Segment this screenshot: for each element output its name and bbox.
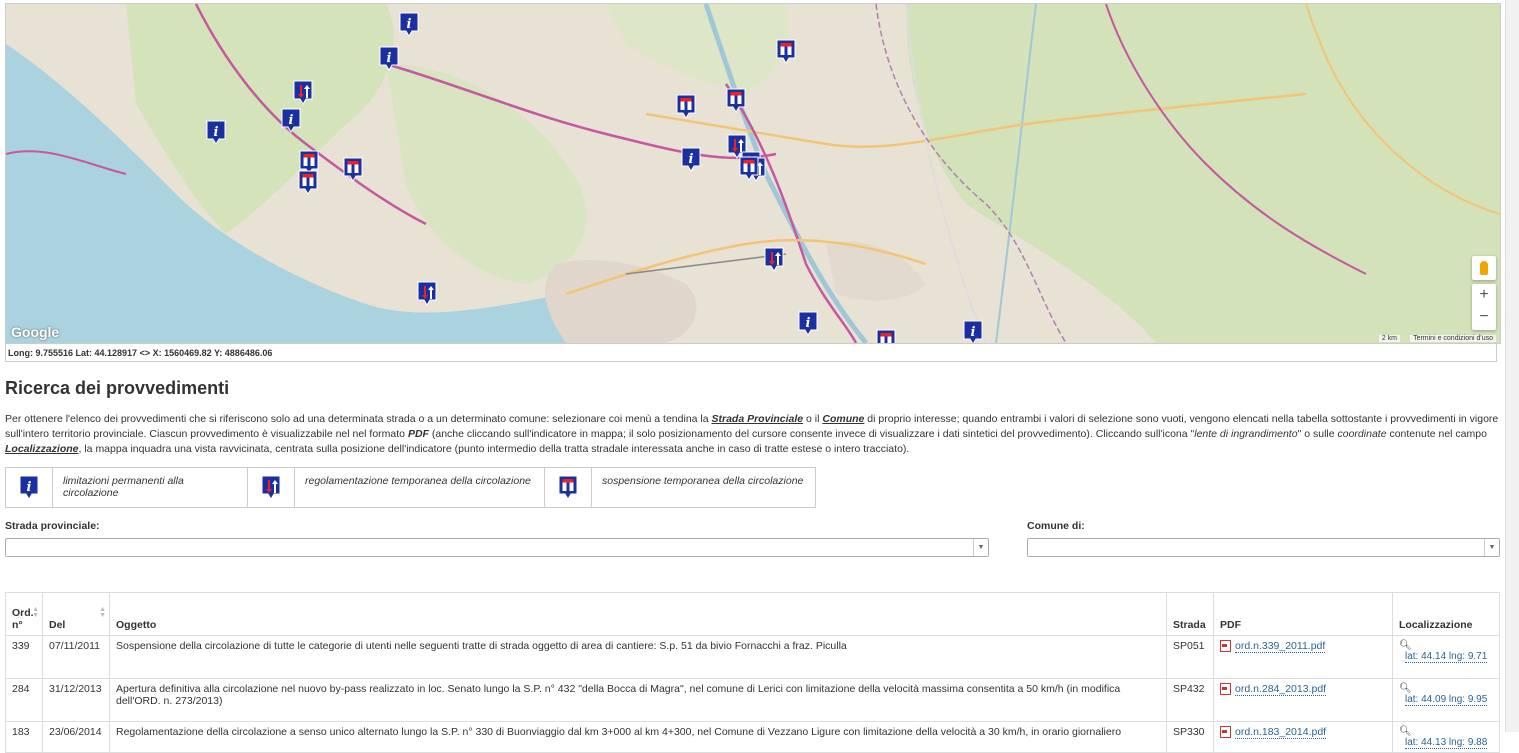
cell-localizzazione: 🔍︎ lat: 44.13 lng: 9.88 [1392, 721, 1500, 753]
zoom-out-button[interactable]: − [1472, 306, 1496, 328]
zoom-control: + − [1472, 284, 1496, 330]
marker-legend: i limitazioni permanenti alla circolazio… [5, 467, 816, 508]
chevron-down-icon: ▼ [1484, 539, 1499, 556]
table-header-row: Ord. n° ▲ ▼ Del ▲ ▼ Oggetto Strada PDF Local… [5, 592, 1500, 636]
table-row: 183 23/06/2014 Regolamentazione della ci… [5, 721, 1500, 753]
col-strada[interactable]: Strada [1166, 592, 1214, 636]
coordinates-readout: Long: 9.755516 Lat: 44.128917 <> X: 1560… [5, 343, 1497, 362]
map-marker-info[interactable]: i [206, 120, 226, 145]
pegman-icon [1480, 261, 1488, 275]
cell-pdf: ord.n.183_2014.pdf [1213, 721, 1393, 753]
svg-text:i: i [214, 125, 219, 140]
coordinates-link[interactable]: lat: 44.14 lng: 9.71 [1405, 651, 1488, 663]
map-marker-susp[interactable] [343, 157, 363, 182]
svg-text:i: i [971, 325, 976, 340]
legend-info-label: limitazioni permanenti alla circolazione [53, 468, 248, 507]
coordinates-link[interactable]: lat: 44.09 lng: 9.95 [1405, 694, 1488, 706]
zoom-in-button[interactable]: + [1472, 284, 1496, 306]
cell-ord: 339 [5, 635, 43, 679]
pdf-icon [1220, 726, 1231, 739]
map-marker-info[interactable]: i [798, 311, 818, 336]
cell-oggetto: Regolamentazione della circolazione a se… [109, 721, 1167, 753]
svg-text:i: i [289, 113, 294, 128]
col-localizzazione[interactable]: Localizzazione [1392, 592, 1500, 636]
table-body: 339 07/11/2011 Sospensione della circola… [5, 635, 1500, 753]
pdf-link[interactable]: ord.n.339_2011.pdf [1235, 640, 1326, 653]
pdf-link[interactable]: ord.n.183_2014.pdf [1235, 726, 1327, 739]
cell-ord: 183 [5, 721, 43, 753]
cell-localizzazione: 🔍︎ lat: 44.09 lng: 9.95 [1392, 678, 1500, 722]
map-marker-info[interactable]: i [399, 12, 419, 37]
map-marker-susp[interactable] [298, 170, 318, 195]
svg-text:i: i [387, 51, 392, 66]
cell-strada: SP051 [1166, 635, 1214, 679]
map-terms-link[interactable]: Termini e condizioni d'uso [1410, 335, 1496, 342]
page-scrollbar[interactable] [1505, 0, 1519, 732]
col-del[interactable]: Del ▲ ▼ [42, 592, 110, 636]
sort-icon: ▲ ▼ [99, 606, 106, 619]
col-oggetto[interactable]: Oggetto [109, 592, 1167, 636]
svg-text:i: i [689, 152, 694, 167]
cell-pdf: ord.n.284_2013.pdf [1213, 678, 1393, 722]
strada-label: Strada provinciale: [5, 520, 100, 532]
comune-label: Comune di: [1027, 520, 1085, 532]
legend-temp-icon [248, 468, 295, 507]
pdf-link[interactable]: ord.n.284_2013.pdf [1235, 683, 1327, 696]
map-marker-temp[interactable] [417, 281, 437, 306]
map-marker-info[interactable]: i [963, 320, 983, 344]
map-scale: 2 km [1378, 335, 1400, 342]
map-marker-info[interactable]: i [281, 108, 301, 133]
cell-oggetto: Sospensione della circolazione di tutte … [109, 635, 1167, 679]
map-marker-susp[interactable] [876, 329, 896, 344]
map-marker-info[interactable]: i [379, 46, 399, 71]
legend-susp-icon [545, 468, 592, 507]
legend-info-icon: i [6, 468, 53, 507]
svg-text:i: i [806, 316, 811, 331]
map-view[interactable]: i i i i i i i Google + − 2 km Termini e condiz… [5, 3, 1501, 344]
sort-icon: ▲ ▼ [32, 606, 39, 619]
page-title: Ricerca dei provvedimenti [5, 378, 230, 398]
cell-del: 07/11/2011 [42, 635, 110, 679]
svg-text:i: i [407, 17, 412, 32]
map-marker-temp[interactable] [764, 247, 784, 272]
map-marker-susp[interactable] [739, 156, 759, 181]
street-view-pegman[interactable] [1472, 256, 1496, 280]
map-marker-susp[interactable] [676, 94, 696, 119]
coordinates-link[interactable]: lat: 44.13 lng: 9.88 [1405, 737, 1488, 749]
cell-del: 31/12/2013 [42, 678, 110, 722]
cell-localizzazione: 🔍︎ lat: 44.14 lng: 9.71 [1392, 635, 1500, 679]
pdf-icon [1220, 640, 1231, 653]
cell-strada: SP330 [1166, 721, 1214, 753]
comune-select[interactable]: ▼ [1027, 538, 1500, 557]
cell-del: 23/06/2014 [42, 721, 110, 753]
magnifier-icon[interactable]: 🔍︎ [1399, 683, 1493, 694]
legend-temp-label: regolamentazione temporanea della circol… [295, 468, 545, 507]
magnifier-icon[interactable]: 🔍︎ [1399, 640, 1493, 651]
svg-text:i: i [27, 480, 32, 495]
cell-oggetto: Apertura definitiva alla circolazione ne… [109, 678, 1167, 722]
cell-pdf: ord.n.339_2011.pdf [1213, 635, 1393, 679]
map-marker-temp[interactable] [293, 80, 313, 105]
instructions-text: Per ottenere l'elenco dei provvedimenti … [5, 413, 1499, 455]
strada-select[interactable]: ▼ [5, 538, 989, 557]
provvedimenti-table: Ord. n° ▲ ▼ Del ▲ ▼ Oggetto Strada PDF Local… [5, 592, 1500, 753]
chevron-down-icon: ▼ [973, 539, 988, 556]
map-marker-susp[interactable] [776, 39, 796, 64]
pdf-icon [1220, 683, 1231, 696]
table-row: 284 31/12/2013 Apertura definitiva alla … [5, 678, 1500, 722]
col-pdf[interactable]: PDF [1213, 592, 1393, 636]
col-ord[interactable]: Ord. n° ▲ ▼ [5, 592, 43, 636]
table-row: 339 07/11/2011 Sospensione della circola… [5, 635, 1500, 679]
google-logo: Google [11, 324, 60, 340]
cell-ord: 284 [5, 678, 43, 722]
legend-susp-label: sospensione temporanea della circolazion… [602, 475, 804, 487]
cell-strada: SP432 [1166, 678, 1214, 722]
map-marker-susp[interactable] [726, 88, 746, 113]
map-marker-info[interactable]: i [681, 147, 701, 172]
